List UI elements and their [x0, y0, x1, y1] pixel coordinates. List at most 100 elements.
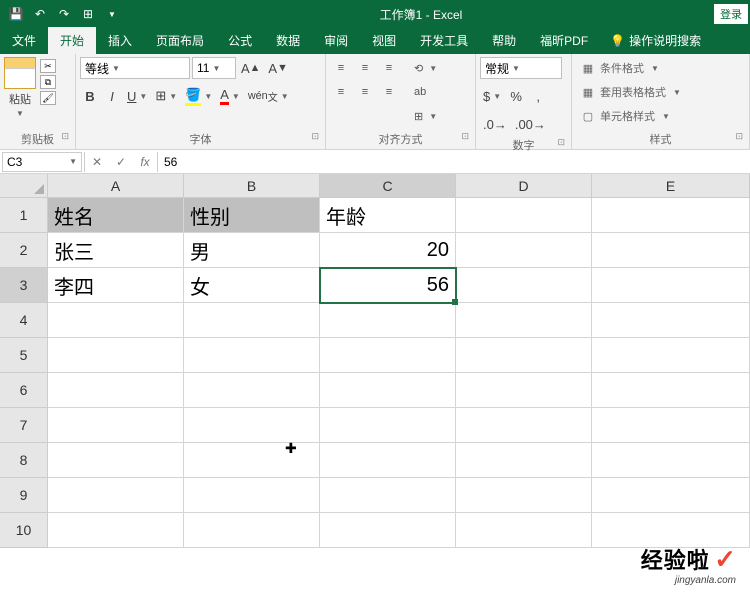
touch-mode-icon[interactable]: ⊞ — [80, 6, 96, 22]
row-header-1[interactable]: 1 — [0, 198, 48, 233]
cell-A1[interactable]: 姓名 — [48, 198, 184, 233]
table-format-button[interactable]: ▦套用表格格式▼ — [576, 81, 685, 103]
cell-D9[interactable] — [456, 478, 592, 513]
cell-E2[interactable] — [592, 233, 750, 268]
cell-C5[interactable] — [320, 338, 456, 373]
cut-icon[interactable]: ✂ — [40, 59, 56, 73]
tab-insert[interactable]: 插入 — [96, 27, 144, 54]
enter-icon[interactable]: ✓ — [109, 152, 133, 172]
cell-B10[interactable] — [184, 513, 320, 548]
cell-A9[interactable] — [48, 478, 184, 513]
cell-A5[interactable] — [48, 338, 184, 373]
row-header-3[interactable]: 3 — [0, 268, 48, 303]
increase-decimal-icon[interactable]: .0→ — [480, 113, 510, 135]
tab-file[interactable]: 文件 — [0, 27, 48, 54]
qat-more-icon[interactable]: ▼ — [104, 6, 120, 22]
cell-styles-button[interactable]: ▢单元格样式▼ — [576, 105, 685, 127]
cell-D3[interactable] — [456, 268, 592, 303]
cell-A2[interactable]: 张三 — [48, 233, 184, 268]
percent-format-icon[interactable]: % — [506, 85, 526, 107]
cell-C3[interactable]: 56 — [320, 268, 456, 303]
align-center-icon[interactable]: ≡ — [354, 81, 376, 103]
font-size-combo[interactable]: 11▼ — [192, 57, 236, 79]
decrease-font-icon[interactable]: A▼ — [265, 57, 290, 79]
fx-icon[interactable]: fx — [133, 152, 157, 172]
row-header-4[interactable]: 4 — [0, 303, 48, 338]
merge-button[interactable]: ⊞▼ — [410, 105, 441, 127]
cell-D5[interactable] — [456, 338, 592, 373]
cell-A10[interactable] — [48, 513, 184, 548]
undo-icon[interactable]: ↶ — [32, 6, 48, 22]
cell-D8[interactable] — [456, 443, 592, 478]
col-header-B[interactable]: B — [184, 174, 320, 198]
cell-D1[interactable] — [456, 198, 592, 233]
cell-E1[interactable] — [592, 198, 750, 233]
cell-B9[interactable] — [184, 478, 320, 513]
phonetic-button[interactable]: wén文▼ — [245, 85, 292, 107]
cell-B1[interactable]: 性别 — [184, 198, 320, 233]
tab-help[interactable]: 帮助 — [480, 27, 528, 54]
align-left-icon[interactable]: ≡ — [330, 81, 352, 103]
cell-D2[interactable] — [456, 233, 592, 268]
col-header-D[interactable]: D — [456, 174, 592, 198]
tab-dev[interactable]: 开发工具 — [408, 27, 480, 54]
tell-me-search[interactable]: 💡 操作说明搜索 — [600, 27, 711, 54]
bold-button[interactable]: B — [80, 85, 100, 107]
cell-E4[interactable] — [592, 303, 750, 338]
comma-format-icon[interactable]: , — [528, 85, 548, 107]
cell-A3[interactable]: 李四 — [48, 268, 184, 303]
cell-B8[interactable] — [184, 443, 320, 478]
number-format-combo[interactable]: 常规▼ — [480, 57, 562, 79]
accounting-format-icon[interactable]: $▼ — [480, 85, 504, 107]
cell-E7[interactable] — [592, 408, 750, 443]
row-header-10[interactable]: 10 — [0, 513, 48, 548]
cell-D4[interactable] — [456, 303, 592, 338]
cancel-icon[interactable]: ✕ — [85, 152, 109, 172]
save-icon[interactable]: 💾 — [8, 6, 24, 22]
name-box[interactable]: C3▼ — [2, 152, 82, 172]
cell-C1[interactable]: 年龄 — [320, 198, 456, 233]
cell-C7[interactable] — [320, 408, 456, 443]
align-top-icon[interactable]: ≡ — [330, 57, 352, 79]
cell-B5[interactable] — [184, 338, 320, 373]
cell-B3[interactable]: 女 — [184, 268, 320, 303]
cell-C8[interactable] — [320, 443, 456, 478]
cell-A6[interactable] — [48, 373, 184, 408]
cell-B7[interactable] — [184, 408, 320, 443]
cell-A7[interactable] — [48, 408, 184, 443]
align-middle-icon[interactable]: ≡ — [354, 57, 376, 79]
cell-C6[interactable] — [320, 373, 456, 408]
cell-B2[interactable]: 男 — [184, 233, 320, 268]
cell-C4[interactable] — [320, 303, 456, 338]
tab-view[interactable]: 视图 — [360, 27, 408, 54]
orientation-button[interactable]: ⟲▼ — [410, 57, 441, 79]
cell-E8[interactable] — [592, 443, 750, 478]
cell-C2[interactable]: 20 — [320, 233, 456, 268]
login-button[interactable]: 登录 — [714, 4, 748, 24]
tab-layout[interactable]: 页面布局 — [144, 27, 216, 54]
border-button[interactable]: ⊞▼ — [152, 85, 180, 107]
col-header-E[interactable]: E — [592, 174, 750, 198]
cell-E9[interactable] — [592, 478, 750, 513]
col-header-C[interactable]: C — [320, 174, 456, 198]
cell-B4[interactable] — [184, 303, 320, 338]
cell-A8[interactable] — [48, 443, 184, 478]
font-color-button[interactable]: A▼ — [217, 85, 243, 107]
paste-dropdown-icon[interactable]: ▼ — [16, 109, 24, 118]
paste-icon[interactable] — [4, 57, 36, 89]
cell-E6[interactable] — [592, 373, 750, 408]
select-all-corner[interactable] — [0, 174, 48, 198]
font-name-combo[interactable]: 等线▼ — [80, 57, 190, 79]
row-header-2[interactable]: 2 — [0, 233, 48, 268]
tab-formulas[interactable]: 公式 — [216, 27, 264, 54]
cell-B6[interactable] — [184, 373, 320, 408]
row-header-8[interactable]: 8 — [0, 443, 48, 478]
tab-foxit[interactable]: 福昕PDF — [528, 27, 600, 54]
cell-E3[interactable] — [592, 268, 750, 303]
cell-E5[interactable] — [592, 338, 750, 373]
cell-C9[interactable] — [320, 478, 456, 513]
cell-D6[interactable] — [456, 373, 592, 408]
redo-icon[interactable]: ↷ — [56, 6, 72, 22]
tab-data[interactable]: 数据 — [264, 27, 312, 54]
col-header-A[interactable]: A — [48, 174, 184, 198]
